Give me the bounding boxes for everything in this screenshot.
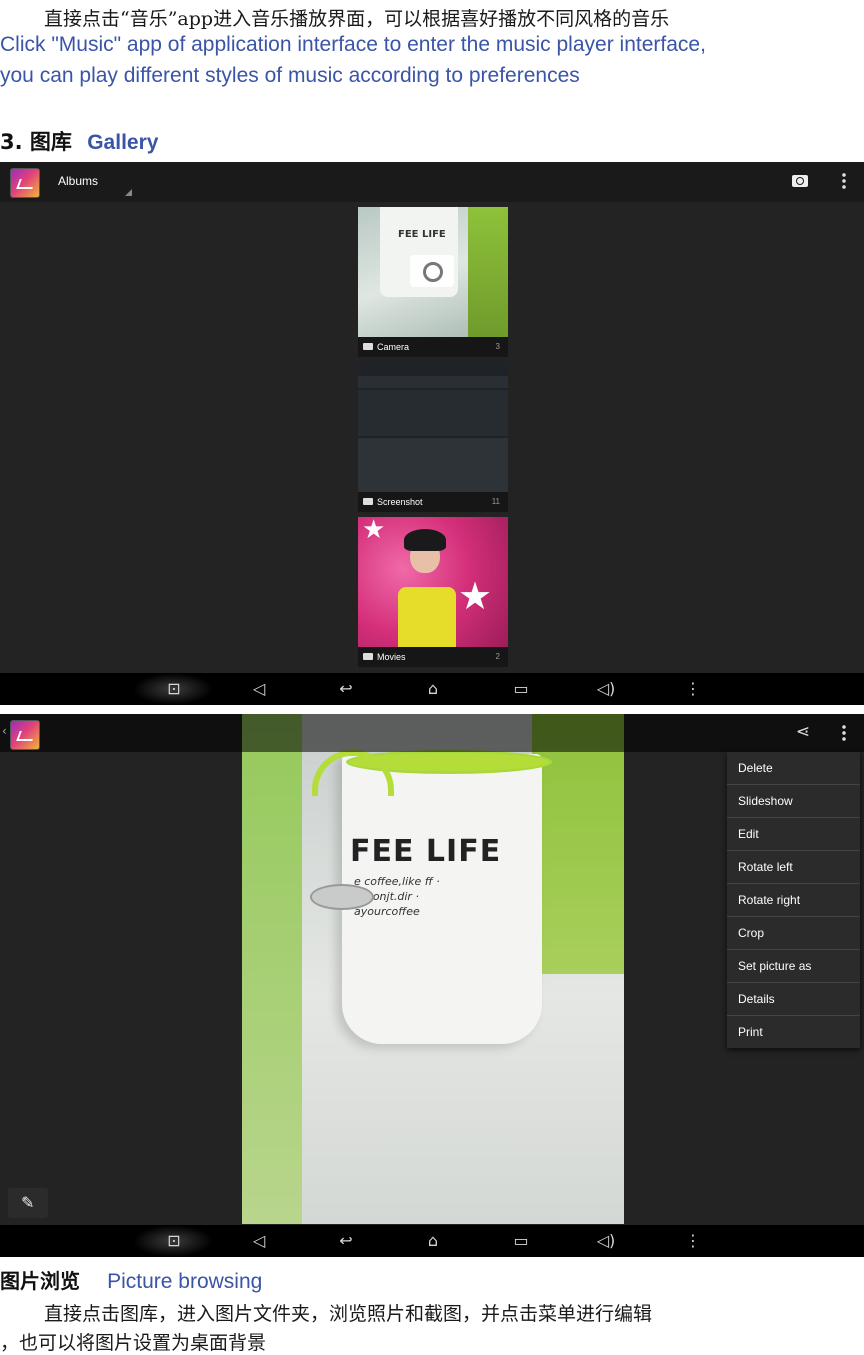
overflow-menu: Delete Slideshow Edit Rotate left Rotate… <box>727 752 860 1048</box>
album-camera[interactable]: FEE LIFE Camera 3 <box>358 207 508 357</box>
menu-item-delete[interactable]: Delete <box>727 752 860 785</box>
caption-heading: 图片浏览 Picture browsing <box>0 1265 262 1294</box>
back-icon[interactable]: ↩ <box>332 1231 360 1251</box>
album-count: 11 <box>491 497 500 506</box>
section-heading: 3. 图库 Gallery <box>0 126 158 156</box>
overflow-menu-icon[interactable]: ⋮ <box>679 679 707 699</box>
album-screenshot[interactable]: Screenshot 11 <box>358 362 508 512</box>
folder-icon <box>363 498 373 505</box>
up-caret-icon[interactable]: ‹ <box>2 724 7 738</box>
section-title-cn: 图库 <box>29 130 72 154</box>
menu-item-rotate-left[interactable]: Rotate left <box>727 851 860 884</box>
back-icon[interactable]: ↩ <box>332 679 360 699</box>
camera-icon <box>410 255 454 287</box>
screenshot-icon[interactable]: ⊡ <box>160 679 188 699</box>
picture-view-screen: FEE LIFE e coffee,like ff · Tooonjt.dir … <box>0 714 864 1257</box>
caption-en: Picture browsing <box>107 1270 263 1293</box>
album-movies[interactable]: ★ ★ Movies 2 <box>358 517 508 667</box>
menu-item-slideshow[interactable]: Slideshow <box>727 785 860 818</box>
edit-button[interactable]: ✎ <box>8 1188 48 1218</box>
album-movies-thumbnail: ★ ★ <box>358 517 508 647</box>
intro-en-line2: you can play different styles of music a… <box>0 64 580 87</box>
gallery-albums-screen: Albums FEE LIFE Camera 3 Screenshot 11 ★… <box>0 162 864 705</box>
system-nav-bar: ⊡ ◁ ↩ ⌂ ▭ ◁) ⋮ <box>0 673 864 705</box>
recents-icon[interactable]: ▭ <box>507 679 535 699</box>
album-name: Screenshot <box>377 497 423 507</box>
volume-up-icon[interactable]: ◁) <box>592 679 620 699</box>
camera-icon[interactable] <box>792 175 808 187</box>
caption-cn: 图片浏览 <box>0 1269 80 1293</box>
volume-up-icon[interactable]: ◁) <box>592 1231 620 1251</box>
action-bar: Albums <box>0 162 864 202</box>
volume-down-icon[interactable]: ◁ <box>245 679 273 699</box>
spinner-arrow-icon <box>125 189 132 196</box>
album-name: Camera <box>377 342 410 352</box>
menu-item-edit[interactable]: Edit <box>727 818 860 851</box>
volume-down-icon[interactable]: ◁ <box>245 1231 273 1251</box>
screenshot-icon[interactable]: ⊡ <box>160 1231 188 1251</box>
recents-icon[interactable]: ▭ <box>507 1231 535 1251</box>
section-title-en: Gallery <box>87 131 159 154</box>
gallery-app-icon[interactable] <box>10 720 40 750</box>
albums-spinner[interactable]: Albums <box>58 174 98 188</box>
album-count: 2 <box>495 652 500 661</box>
gallery-app-icon[interactable] <box>10 168 40 198</box>
home-icon[interactable]: ⌂ <box>419 1231 447 1251</box>
album-camera-thumbnail: FEE LIFE <box>358 207 508 337</box>
folder-icon <box>363 653 373 660</box>
mug-text: FEE LIFE <box>350 834 502 869</box>
overflow-menu-icon[interactable] <box>842 172 846 190</box>
camera-icon <box>363 343 373 350</box>
menu-item-crop[interactable]: Crop <box>727 917 860 950</box>
mug-text: FEE LIFE <box>398 229 446 240</box>
intro-en-line1: Click "Music" app of application interfa… <box>0 33 706 56</box>
album-name: Movies <box>377 652 406 662</box>
share-icon[interactable]: ⋖ <box>793 722 813 742</box>
section-number: 3. <box>0 130 23 154</box>
home-icon[interactable]: ⌂ <box>419 679 447 699</box>
action-bar: ‹ ⋖ <box>0 714 864 752</box>
caption-desc-line2: ，也可以将图片设置为桌面背景 <box>0 1332 267 1354</box>
intro-cn: 直接点击“音乐”app进入音乐播放界面，可以根据喜好播放不同风格的音乐 <box>44 8 670 30</box>
menu-item-rotate-right[interactable]: Rotate right <box>727 884 860 917</box>
menu-item-details[interactable]: Details <box>727 983 860 1016</box>
album-count: 3 <box>495 342 500 351</box>
overflow-menu-icon[interactable]: ⋮ <box>679 1231 707 1251</box>
menu-item-print[interactable]: Print <box>727 1016 860 1048</box>
album-screenshot-thumbnail <box>358 362 508 492</box>
pencil-icon: ✎ <box>21 1193 35 1212</box>
menu-item-set-picture-as[interactable]: Set picture as <box>727 950 860 983</box>
caption-desc-line1: 直接点击图库，进入图片文件夹，浏览照片和截图，并点击菜单进行编辑 <box>44 1303 653 1325</box>
system-nav-bar: ⊡ ◁ ↩ ⌂ ▭ ◁) ⋮ <box>0 1225 864 1257</box>
photo-view[interactable]: FEE LIFE e coffee,like ff · Tooonjt.dir … <box>242 714 624 1224</box>
overflow-menu-icon[interactable] <box>842 724 846 742</box>
